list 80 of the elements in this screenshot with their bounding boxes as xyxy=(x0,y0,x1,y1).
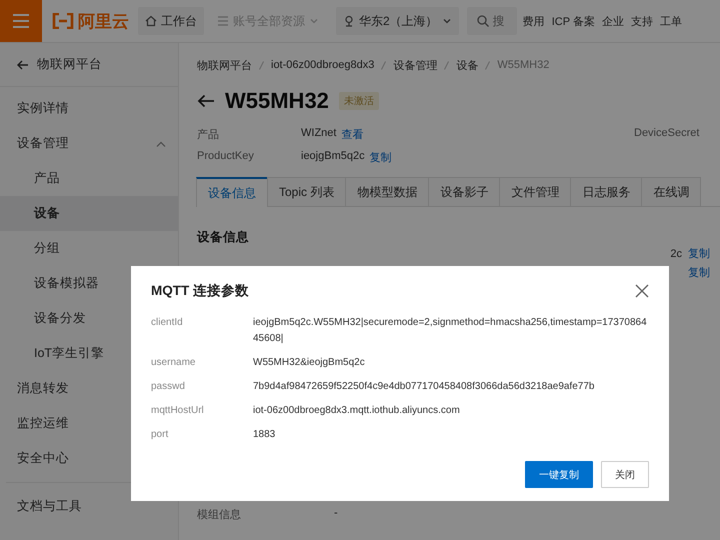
header-link[interactable]: 费用 xyxy=(522,14,545,28)
menu-icon xyxy=(13,14,29,28)
list-icon xyxy=(217,15,229,27)
field-value: 2c xyxy=(670,248,682,260)
breadcrumb-link[interactable]: 设备 xyxy=(456,58,478,72)
sidebar-item-label: 实例详情 xyxy=(17,100,69,117)
header-link[interactable]: 支持 xyxy=(630,14,653,28)
sidebar-item-label: 产品 xyxy=(34,170,60,187)
param-value: iot-06z00dbroeg8dx3.mqtt.iothub.aliyuncs.com xyxy=(253,404,461,418)
breadcrumb-current: W55MH32 xyxy=(497,59,550,71)
close-button[interactable] xyxy=(635,284,649,298)
param-label: username xyxy=(151,356,196,370)
close-icon xyxy=(635,284,649,298)
field-label: 产品 xyxy=(197,128,220,142)
sidebar-item-label: 分组 xyxy=(34,240,60,257)
slash-icon xyxy=(259,60,264,70)
sidebar-item[interactable]: 分组 xyxy=(0,231,178,266)
field-value: WIZnet xyxy=(301,127,336,141)
field-value: - xyxy=(334,507,338,521)
sidebar-item[interactable]: 文档与工具 xyxy=(0,489,178,524)
param-label: passwd xyxy=(151,380,186,394)
search-icon xyxy=(476,15,489,27)
tab[interactable]: 物模型数据 xyxy=(345,177,430,206)
logo-icon xyxy=(52,13,74,29)
slash-icon xyxy=(381,60,386,70)
action-link[interactable]: 查看 xyxy=(341,127,364,142)
search-field[interactable]: 搜 xyxy=(466,7,517,35)
back-link[interactable]: 物联网平台 xyxy=(0,43,178,87)
dialog-title: MQTT 连接参数 xyxy=(151,282,249,300)
location-pin-icon xyxy=(343,15,355,27)
param-label: port xyxy=(151,428,170,442)
tab[interactable]: 设备信息 xyxy=(196,177,268,207)
field-label: ProductKey xyxy=(197,150,255,164)
home-icon xyxy=(145,15,157,27)
header-link[interactable]: ICP 备案 xyxy=(552,14,595,28)
close-dialog-button[interactable]: 关闭 xyxy=(601,461,649,488)
field-label: DeviceSecret xyxy=(634,127,700,139)
region-selector[interactable]: 华东2（上海） xyxy=(336,7,459,35)
slash-icon xyxy=(444,60,450,70)
tab[interactable]: Topic 列表 xyxy=(267,177,346,206)
action-link[interactable]: 复制 xyxy=(370,150,392,165)
breadcrumb-link[interactable]: 设备管理 xyxy=(393,58,438,72)
param-value: ieojgBm5q2c.W55MH32|securemode=2,signmethod=hmacsha256,timestamp=1737086445608| xyxy=(253,316,648,346)
tab[interactable]: 在线调 xyxy=(641,177,702,206)
sidebar-item-label: 文档与工具 xyxy=(17,498,82,515)
field-value: ieojgBm5q2c xyxy=(301,150,365,164)
sidebar-item[interactable]: 设备管理 xyxy=(0,126,178,161)
tab[interactable]: 设备影子 xyxy=(428,177,500,206)
breadcrumb-link[interactable]: 物联网平台 xyxy=(197,58,252,72)
arrow-left-icon[interactable] xyxy=(197,94,215,108)
param-value: 7b9d4af98472659f52250f4c9e4db077170458408f3066da56d3218ae9afe77b xyxy=(253,380,596,394)
copy-all-button[interactable]: 一键复制 xyxy=(525,461,593,488)
tab[interactable]: 日志服务 xyxy=(570,177,642,206)
header-link[interactable]: 工单 xyxy=(660,14,682,28)
slash-icon xyxy=(485,60,490,70)
header-link[interactable]: 企业 xyxy=(602,14,624,28)
param-value: W55MH32&ieojgBm5q2c xyxy=(253,356,366,370)
caret-down-icon xyxy=(442,16,452,26)
workbench-button[interactable]: 工作台 xyxy=(138,7,204,35)
copy-link[interactable]: 复制 xyxy=(688,246,710,261)
chevron-up-icon xyxy=(156,140,166,146)
section-title: 设备信息 xyxy=(197,229,250,246)
sidebar-item-label: 安全中心 xyxy=(17,450,69,467)
copy-link[interactable]: 复制 xyxy=(688,265,710,280)
sidebar-item[interactable]: 实例详情 xyxy=(0,91,178,126)
field-label: 模组信息 xyxy=(197,508,242,522)
status-badge: 未激活 xyxy=(338,92,379,110)
breadcrumb-link[interactable]: iot-06z00dbroeg8dx3 xyxy=(271,59,374,71)
sidebar-item-label: 设备管理 xyxy=(17,135,69,152)
caret-down-icon xyxy=(309,16,319,26)
param-label: clientId xyxy=(151,316,184,330)
sidebar-item[interactable]: 产品 xyxy=(0,161,178,196)
tab[interactable]: 文件管理 xyxy=(499,177,572,206)
device-title: W55MH32 xyxy=(225,88,329,114)
sidebar-item[interactable]: 设备 xyxy=(0,196,178,231)
sidebar-item-label: 设备 xyxy=(34,205,60,222)
logo-text: 阿里云 xyxy=(78,10,129,32)
param-value: 1883 xyxy=(253,428,276,442)
param-label: mqttHostUrl xyxy=(151,404,205,418)
arrow-left-icon xyxy=(17,60,29,70)
